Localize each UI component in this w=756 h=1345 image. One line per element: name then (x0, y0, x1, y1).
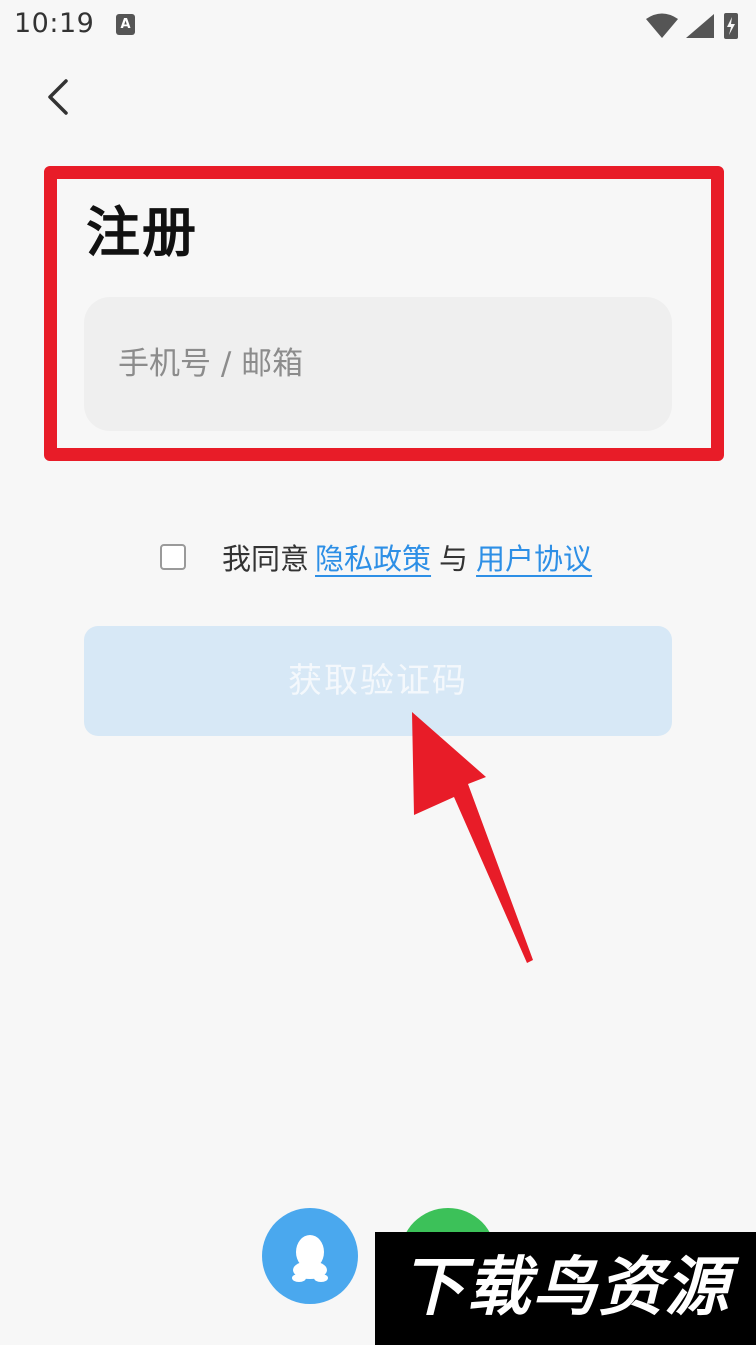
page-title: 注册 (86, 201, 198, 264)
agree-checkbox[interactable] (160, 544, 186, 570)
agreement-prefix: 我同意 (222, 542, 310, 576)
arrow-annotation-icon (412, 712, 533, 963)
chevron-left-icon (48, 79, 68, 115)
agreement-row: 我同意 隐私政策 与 用户协议 (160, 535, 592, 579)
terms-link[interactable]: 用户协议 (476, 536, 592, 578)
account-input[interactable] (84, 297, 672, 431)
agreement-separator: 与 (439, 542, 469, 576)
notification-badge-icon: A (116, 14, 135, 35)
register-screen: 10:19 A 注册 我同意 隐私政策 与 用户协议 获取验证码 (0, 0, 756, 1345)
status-time: 10:19 (14, 8, 95, 39)
back-button[interactable] (38, 72, 84, 122)
watermark: 下载鸟资源 (375, 1232, 756, 1345)
privacy-policy-link[interactable]: 隐私政策 (315, 536, 431, 578)
qq-icon (292, 1235, 328, 1282)
wifi-icon (646, 13, 678, 38)
get-code-button[interactable]: 获取验证码 (84, 626, 672, 736)
qq-login-button[interactable] (262, 1208, 358, 1304)
signal-icon (686, 14, 714, 38)
status-icons (646, 13, 738, 39)
